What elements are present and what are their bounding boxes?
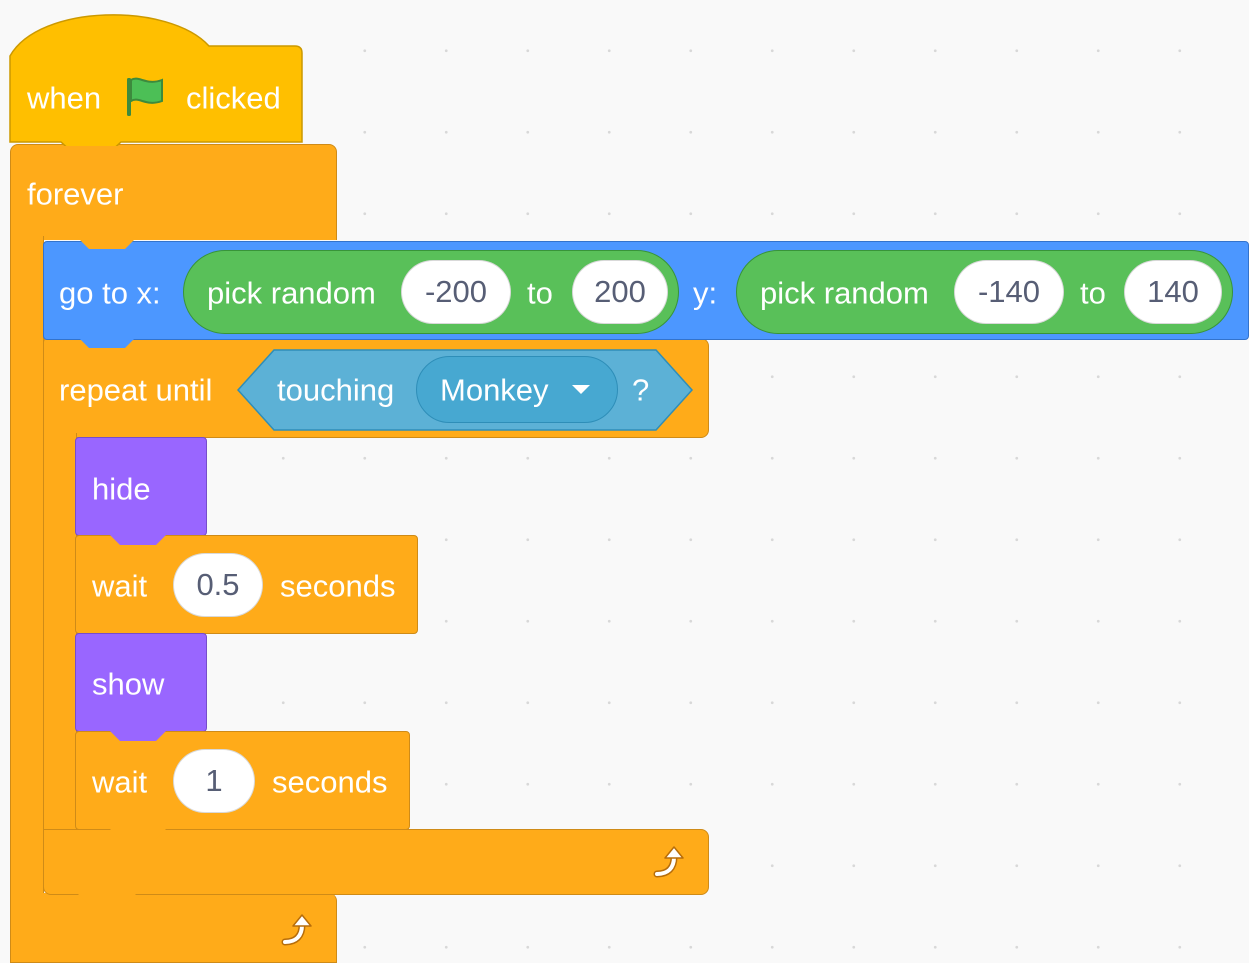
hide-label: hide bbox=[92, 471, 151, 507]
touching-label: touching bbox=[277, 372, 395, 408]
random-x-from-input[interactable]: -200 bbox=[401, 260, 511, 324]
block-connector-tab bbox=[77, 893, 137, 905]
pick-random-y-label: pick random bbox=[760, 275, 929, 311]
random-y-from-input[interactable]: -140 bbox=[954, 260, 1064, 324]
wait-seconds-input-2[interactable]: 1 bbox=[173, 749, 255, 813]
seconds-label-2: seconds bbox=[272, 764, 388, 800]
loop-arrow-icon bbox=[281, 914, 312, 946]
pick-random-y-to-label: to bbox=[1080, 275, 1106, 311]
repeat-until-arm bbox=[43, 433, 77, 833]
y-label: y: bbox=[693, 275, 718, 311]
forever-arm bbox=[10, 236, 44, 898]
go-to-x-label: go to x: bbox=[59, 275, 161, 311]
chevron-down-icon bbox=[572, 385, 590, 394]
wait-label-2: wait bbox=[92, 764, 148, 800]
green-flag-icon[interactable] bbox=[124, 76, 168, 118]
block-connector-tab bbox=[77, 336, 137, 348]
block-connector-tab bbox=[108, 729, 168, 741]
seconds-label-1: seconds bbox=[280, 568, 396, 604]
repeat-until-label: repeat until bbox=[59, 372, 213, 408]
pick-random-x-label: pick random bbox=[207, 275, 376, 311]
loop-arrow-icon bbox=[653, 846, 684, 878]
when-label: when bbox=[27, 80, 102, 116]
block-connector-tab bbox=[108, 533, 168, 545]
pick-random-x-to-label: to bbox=[527, 275, 553, 311]
block-connector-tab bbox=[77, 237, 137, 249]
block-connector-tab bbox=[108, 827, 168, 839]
forever-label: forever bbox=[27, 176, 124, 212]
random-y-to-input[interactable]: 140 bbox=[1124, 260, 1222, 324]
random-x-to-input[interactable]: 200 bbox=[572, 260, 668, 324]
show-label: show bbox=[92, 666, 165, 702]
wait-seconds-input-1[interactable]: 0.5 bbox=[173, 553, 263, 617]
clicked-label: clicked bbox=[186, 80, 281, 116]
wait-label-1: wait bbox=[92, 568, 148, 604]
question-mark-label: ? bbox=[632, 372, 650, 408]
touching-target-value: Monkey bbox=[440, 372, 549, 408]
